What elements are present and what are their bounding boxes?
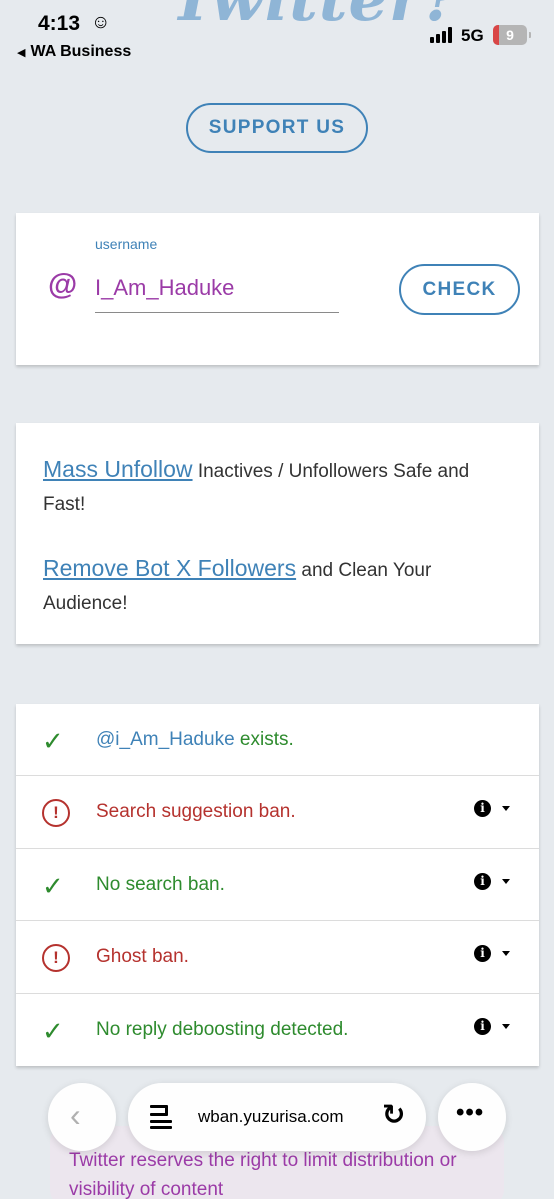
tabs-icon[interactable] (150, 1105, 172, 1129)
back-app-label: WA Business (30, 43, 132, 60)
support-us-button[interactable]: SUPPORT US (186, 103, 368, 153)
dropdown-caret-icon[interactable] (502, 1023, 510, 1029)
network-type: 5G (461, 26, 484, 45)
mass-unfollow-link[interactable]: Mass Unfollow (43, 456, 193, 482)
back-to-app-link[interactable]: ◀ WA Business (17, 43, 131, 61)
address-bar[interactable]: wban.yuzurisa.com ↻ (128, 1083, 426, 1151)
info-icon[interactable]: i (474, 1017, 491, 1035)
more-icon: ••• (456, 1099, 485, 1126)
at-icon: @ (48, 268, 78, 301)
reload-icon[interactable]: ↻ (382, 1098, 405, 1131)
result-row-exists: ✓ @i_Am_Haduke exists. (16, 704, 539, 777)
result-row-search-ban: ✓ No search ban. i (16, 849, 539, 922)
check-button[interactable]: CHECK (399, 264, 520, 315)
dropdown-caret-icon[interactable] (502, 806, 510, 812)
result-handle: @i_Am_Haduke (96, 729, 235, 750)
result-row-search-suggestion-ban: ! Search suggestion ban. i (16, 776, 539, 849)
check-icon: ✓ (42, 726, 64, 756)
promo-card: Mass Unfollow Inactives / Unfollowers Sa… (16, 423, 539, 644)
remove-bot-followers-link[interactable]: Remove Bot X Followers (43, 555, 296, 581)
info-icon[interactable]: i (474, 800, 491, 818)
distribution-notice: Twitter reserves the right to limit dist… (69, 1150, 457, 1199)
result-row-reply-deboosting: ✓ No reply deboosting detected. i (16, 994, 539, 1066)
dropdown-caret-icon[interactable] (502, 951, 510, 957)
browser-back-button[interactable]: ‹ (48, 1083, 116, 1151)
username-input[interactable] (95, 263, 339, 313)
warning-icon: ! (42, 799, 70, 828)
result-text: @i_Am_Haduke exists. (96, 729, 294, 751)
site-logo: Twitter? (170, 0, 460, 35)
back-triangle-icon: ◀ (17, 47, 26, 59)
focus-mode-icon: ☺ (91, 12, 111, 33)
result-row-ghost-ban: ! Ghost ban. i (16, 921, 539, 994)
info-icon[interactable]: i (474, 945, 491, 963)
result-message: Ghost ban. (96, 946, 189, 968)
status-time: 4:13 (38, 12, 81, 35)
result-message: No reply deboosting detected. (96, 1018, 349, 1040)
url-text[interactable]: wban.yuzurisa.com (198, 1107, 344, 1127)
battery-level: 9 (506, 27, 514, 43)
signal-icon (430, 27, 456, 43)
check-icon: ✓ (42, 1015, 64, 1046)
info-icon[interactable]: i (474, 872, 491, 890)
promo-line-1: Mass Unfollow Inactives / Unfollowers Sa… (43, 453, 512, 521)
result-message: exists. (234, 729, 294, 750)
username-check-card: @ username CHECK (16, 213, 539, 365)
result-message: Search suggestion ban. (96, 801, 296, 823)
dropdown-caret-icon[interactable] (502, 878, 510, 884)
check-icon: ✓ (42, 870, 64, 901)
battery-icon: 9 (493, 25, 531, 45)
promo-line-2: Remove Bot X Followers and Clean Your Au… (43, 552, 512, 620)
chevron-left-icon: ‹ (70, 1097, 81, 1133)
username-label: username (95, 236, 158, 252)
result-message: No search ban. (96, 873, 225, 895)
warning-icon: ! (42, 944, 70, 973)
results-card: ✓ @i_Am_Haduke exists. ! Search suggesti… (16, 704, 539, 1066)
status-bar: Twitter? 4:13 ☺ ◀ WA Business 5G 9 (0, 0, 554, 70)
more-options-button[interactable]: ••• (438, 1083, 506, 1151)
